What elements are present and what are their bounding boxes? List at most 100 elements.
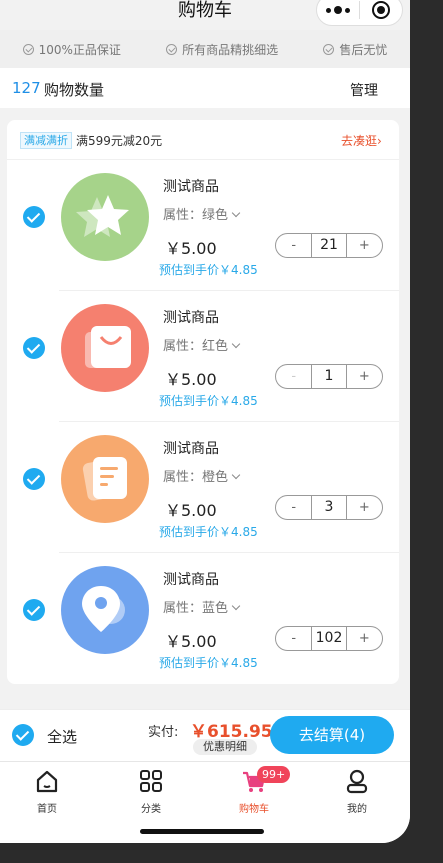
- increase-button[interactable]: +: [347, 627, 382, 650]
- estimated-price: 预估到手价￥4.85: [159, 394, 258, 408]
- guarantee-bar: 100%正品保证 所有商品精挑细选 售后无忧: [0, 30, 410, 68]
- cart-item: 测试商品 属性：红色 ￥5.00 预估到手价￥4.85 - 1 +: [7, 291, 399, 422]
- tab-label: 我的: [347, 804, 367, 815]
- decrease-button[interactable]: -: [276, 627, 311, 650]
- attribute-label: 属性：绿色: [163, 208, 229, 223]
- cart-item: 测试商品 属性：橙色 ￥5.00 预估到手价￥4.85 - 3 +: [7, 422, 399, 553]
- tab-bar: 首页 分类 99+ 购物车 我的: [0, 761, 410, 843]
- product-price: ￥5.00: [165, 501, 217, 520]
- item-checkbox[interactable]: [23, 337, 45, 359]
- cart-item: 测试商品 属性：绿色 ￥5.00 预估到手价￥4.85 - 21 +: [7, 160, 399, 291]
- promotion-text: 满599元减20元: [76, 134, 163, 148]
- product-name: 测试商品: [163, 310, 219, 326]
- product-attribute-selector[interactable]: 属性：橙色: [163, 466, 241, 485]
- document-icon: [82, 457, 127, 501]
- item-checkbox[interactable]: [23, 599, 45, 621]
- tab-mine[interactable]: 我的: [327, 768, 387, 815]
- attribute-label: 属性：蓝色: [163, 601, 229, 616]
- cart-count-label: 购物数量: [44, 81, 105, 99]
- check-circle-icon: [22, 43, 34, 55]
- guarantee-item: 100%正品保证: [22, 41, 121, 58]
- chevron-down-icon: [231, 208, 241, 218]
- promotion-tag: 满减满折: [20, 132, 72, 149]
- decrease-button[interactable]: -: [276, 365, 311, 388]
- discount-detail-button[interactable]: 优惠明细: [193, 739, 257, 755]
- guarantee-label: 售后无忧: [339, 42, 388, 57]
- product-attribute-selector[interactable]: 属性：蓝色: [163, 597, 241, 616]
- product-attribute-selector[interactable]: 属性：红色: [163, 335, 241, 354]
- home-icon: [34, 768, 60, 794]
- decrease-button[interactable]: -: [276, 496, 311, 519]
- quantity-input[interactable]: 102: [311, 627, 347, 650]
- attribute-label: 属性：橙色: [163, 470, 229, 485]
- increase-button[interactable]: +: [347, 234, 382, 257]
- product-name: 测试商品: [163, 441, 219, 457]
- product-image[interactable]: [61, 566, 149, 654]
- quantity-input[interactable]: 1: [311, 365, 347, 388]
- target-icon: [372, 1, 390, 19]
- phone-screen: 购物车 100%正品保证 所有商品精挑细选 售后无忧 127 购物数量 管理 满…: [0, 0, 410, 843]
- product-price: ￥5.00: [165, 370, 217, 389]
- guarantee-item: 售后无忧: [323, 41, 387, 58]
- quantity-stepper: - 21 +: [275, 233, 383, 258]
- home-indicator: [140, 829, 264, 834]
- estimated-price: 预估到手价￥4.85: [159, 263, 258, 277]
- chevron-down-icon: [231, 601, 241, 611]
- product-name: 测试商品: [163, 179, 219, 195]
- cart-item: 测试商品 属性：蓝色 ￥5.00 预估到手价￥4.85 - 102 +: [7, 553, 399, 684]
- tab-label: 首页: [37, 804, 57, 815]
- tab-category[interactable]: 分类: [121, 768, 181, 815]
- grid-icon: [138, 768, 164, 794]
- product-image[interactable]: [61, 173, 149, 261]
- increase-button[interactable]: +: [347, 496, 382, 519]
- select-all-label[interactable]: 全选: [47, 726, 77, 747]
- cart-store-card: 满减满折 满599元减20元 去凑逛› 测试商品 属性：绿色 ￥5.00 预估到…: [7, 120, 399, 684]
- tab-label: 购物车: [239, 804, 269, 815]
- tab-label: 分类: [141, 804, 161, 815]
- increase-button[interactable]: +: [347, 365, 382, 388]
- cart-icon: 99+: [241, 766, 291, 794]
- cart-count: 127: [12, 79, 41, 97]
- cart-count-bar: 127 购物数量 管理: [0, 68, 410, 108]
- quantity-input[interactable]: 21: [311, 234, 347, 257]
- close-miniprogram-button[interactable]: [360, 0, 402, 25]
- cart-badge: 99+: [257, 766, 291, 783]
- more-dots-icon: [326, 6, 350, 14]
- quantity-stepper: - 3 +: [275, 495, 383, 520]
- more-button[interactable]: [317, 0, 359, 25]
- estimated-price: 预估到手价￥4.85: [159, 525, 258, 539]
- promotion-bar: 满减满折 满599元减20元 去凑逛›: [7, 120, 399, 160]
- product-image[interactable]: [61, 435, 149, 523]
- estimated-price: 预估到手价￥4.85: [159, 656, 258, 670]
- promotion-link[interactable]: 去凑逛›: [341, 132, 382, 149]
- chevron-down-icon: [231, 470, 241, 480]
- manage-button[interactable]: 管理: [350, 80, 378, 100]
- user-icon: [344, 768, 370, 794]
- product-price: ￥5.00: [165, 632, 217, 651]
- checkout-button[interactable]: 去结算(4): [270, 716, 394, 754]
- navigation-bar: 购物车: [0, 0, 410, 30]
- item-checkbox[interactable]: [23, 206, 45, 228]
- tab-home[interactable]: 首页: [17, 768, 77, 815]
- attribute-label: 属性：红色: [163, 339, 229, 354]
- product-image[interactable]: [61, 304, 149, 392]
- quantity-stepper: - 1 +: [275, 364, 383, 389]
- location-pin-icon: [82, 586, 125, 632]
- product-name: 测试商品: [163, 572, 219, 588]
- total-label: 实付:: [148, 725, 179, 740]
- select-all-checkbox[interactable]: [12, 724, 34, 746]
- quantity-input[interactable]: 3: [311, 496, 347, 519]
- check-circle-icon: [323, 43, 335, 55]
- quantity-stepper: - 102 +: [275, 626, 383, 651]
- checkout-bar: 全选 实付: ￥615.95 优惠明细 去结算(4): [0, 709, 410, 761]
- product-attribute-selector[interactable]: 属性：绿色: [163, 204, 241, 223]
- shopping-bag-icon: [85, 326, 131, 368]
- decrease-button[interactable]: -: [276, 234, 311, 257]
- tab-cart[interactable]: 99+ 购物车: [224, 766, 291, 815]
- check-circle-icon: [166, 43, 178, 55]
- chevron-down-icon: [231, 339, 241, 349]
- miniprogram-capsule: [316, 0, 403, 26]
- star-icon: [76, 195, 129, 237]
- item-checkbox[interactable]: [23, 468, 45, 490]
- guarantee-item: 所有商品精挑细选: [166, 41, 278, 58]
